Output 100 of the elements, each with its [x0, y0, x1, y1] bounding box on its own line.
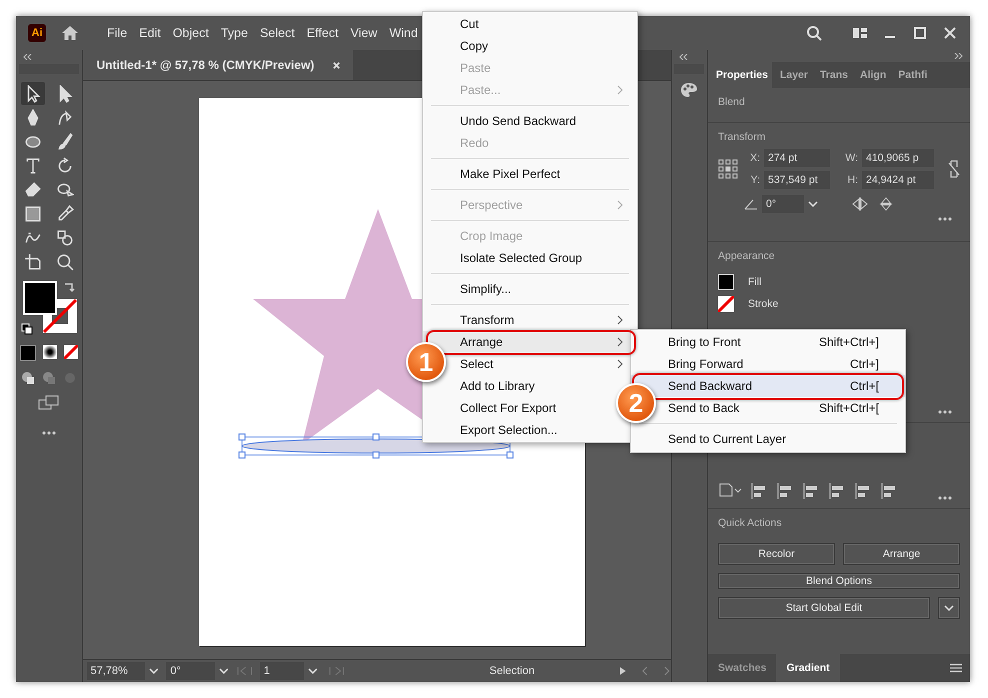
home-icon[interactable] — [61, 25, 79, 41]
y-field[interactable]: 537,549 pt — [764, 171, 830, 189]
flip-vertical-icon[interactable] — [878, 197, 894, 211]
brush-tool-icon — [56, 132, 74, 150]
fill-swatch[interactable] — [718, 274, 734, 290]
type-tool-icon — [24, 156, 42, 174]
gradient-mode-icon[interactable] — [42, 345, 57, 359]
palette-icon[interactable] — [680, 82, 698, 98]
align-icon[interactable] — [802, 482, 820, 500]
panel-tab[interactable]: Layer — [772, 62, 812, 88]
more-icon[interactable] — [938, 496, 952, 500]
menu-item[interactable]: Bring Forward Ctrl+] — [631, 353, 905, 375]
shape-builder-tool-icon — [56, 228, 74, 246]
height-field[interactable]: 24,9424 pt — [862, 171, 934, 189]
bubble-tool-icon — [56, 180, 74, 198]
expand-icon[interactable] — [954, 53, 964, 59]
align-icon[interactable] — [880, 482, 898, 500]
collapse-icon[interactable] — [678, 54, 688, 60]
align-icon[interactable] — [776, 482, 794, 500]
menu-item[interactable]: Isolate Selected Group — [423, 247, 637, 269]
menu-item[interactable]: Make Pixel Perfect — [423, 163, 637, 185]
more-icon[interactable] — [42, 431, 56, 435]
reference-point-icon[interactable] — [718, 159, 738, 179]
artboard-tool-icon — [24, 252, 42, 270]
panel-tab[interactable]: Trans — [812, 62, 852, 88]
dropdown-icon[interactable] — [808, 201, 818, 207]
stroke-swatch[interactable] — [718, 296, 734, 312]
artboard-field[interactable]: 1 — [260, 662, 304, 680]
default-colors-icon[interactable] — [20, 323, 33, 335]
rotation-field[interactable]: 0° — [166, 662, 215, 680]
align-icon[interactable] — [750, 482, 768, 500]
zoom-field[interactable]: 57,78% — [86, 662, 145, 680]
action-button[interactable]: Arrange — [843, 543, 960, 565]
menu-item[interactable]: Select — [254, 26, 301, 40]
menu-item[interactable]: Edit — [133, 26, 167, 40]
swap-icon[interactable] — [62, 281, 75, 293]
fill-label: Fill — [748, 276, 762, 288]
menu-item[interactable]: Cut — [423, 13, 637, 35]
panel-tab[interactable]: Properties — [708, 62, 772, 88]
align-icon[interactable] — [854, 482, 872, 500]
x-field[interactable]: 274 pt — [764, 149, 830, 167]
angle-icon — [744, 198, 758, 210]
zoom-tool-icon — [56, 252, 74, 270]
section-title: Quick Actions — [718, 517, 783, 529]
tool-button[interactable] — [20, 82, 45, 105]
stroke-label: Stroke — [748, 298, 778, 310]
workspace-icon[interactable] — [852, 25, 868, 41]
document-title: Untitled-1* @ 57,78 % (CMYK/Preview) — [96, 58, 314, 72]
screen-mode-icon[interactable] — [38, 395, 60, 411]
menu-item[interactable]: Copy — [423, 35, 637, 57]
menu-item[interactable]: Send to Current Layer — [631, 428, 905, 450]
field-label: H: — [846, 174, 858, 186]
document-tab[interactable]: Untitled-1* @ 57,78 % (CMYK/Preview) — [82, 50, 354, 80]
current-tool-label: Selection — [489, 665, 536, 677]
app-logo[interactable]: Ai — [28, 24, 46, 42]
draw-normal-icon[interactable] — [20, 371, 35, 385]
dropdown-button[interactable] — [938, 597, 960, 619]
align-icon[interactable] — [828, 482, 846, 500]
section-title: Transform — [718, 131, 766, 143]
eraser-tool-icon — [24, 180, 42, 198]
menu-item[interactable]: Effect — [300, 26, 344, 40]
align-to-icon[interactable] — [718, 482, 742, 498]
menu-item[interactable]: Object — [166, 26, 215, 40]
width-field[interactable]: 410,9065 p — [862, 149, 934, 167]
action-button[interactable]: Blend Options — [718, 573, 960, 589]
menu-item[interactable]: Transform — [423, 309, 637, 331]
rotate-tool-icon — [56, 156, 74, 174]
object-type-label: Blend — [718, 96, 746, 108]
field-label: W: — [844, 152, 858, 164]
panel-tab[interactable]: Gradient — [776, 654, 840, 682]
menu-item[interactable]: Type — [214, 26, 254, 40]
color-mode-icon[interactable] — [20, 345, 36, 361]
action-button[interactable]: Recolor — [718, 543, 835, 565]
close-icon[interactable] — [332, 60, 342, 70]
angle-field[interactable]: 0° — [762, 195, 804, 213]
none-mode-icon[interactable] — [64, 345, 78, 359]
menu-icon[interactable] — [950, 663, 962, 673]
menu-item[interactable]: View — [344, 26, 384, 40]
close-icon[interactable] — [942, 25, 958, 41]
gradient-tool-icon — [24, 204, 42, 222]
more-icon[interactable] — [938, 410, 952, 414]
unlink-icon[interactable] — [948, 159, 960, 179]
action-button[interactable]: Start Global Edit — [718, 597, 930, 619]
panel-tab[interactable]: Pathfi — [890, 62, 932, 88]
flip-horizontal-icon[interactable] — [852, 197, 868, 211]
collapse-icon[interactable] — [22, 54, 32, 60]
maximize-icon[interactable] — [912, 25, 928, 41]
search-icon[interactable] — [806, 25, 822, 41]
menu-item[interactable]: File — [101, 26, 134, 40]
dropdown-icon[interactable] — [308, 668, 318, 674]
menu-item[interactable]: Undo Send Backward — [423, 110, 637, 132]
more-icon[interactable] — [938, 217, 952, 221]
field-label: X: — [749, 152, 760, 164]
chevron-down-icon — [944, 605, 954, 611]
panel-tab[interactable]: Align — [852, 62, 890, 88]
menu-item[interactable]: Simplify... — [423, 278, 637, 300]
play-icon[interactable] — [619, 666, 628, 676]
dropdown-icon[interactable] — [148, 668, 158, 674]
menu-item[interactable]: Wind — [383, 26, 424, 40]
dropdown-icon[interactable] — [218, 668, 228, 674]
